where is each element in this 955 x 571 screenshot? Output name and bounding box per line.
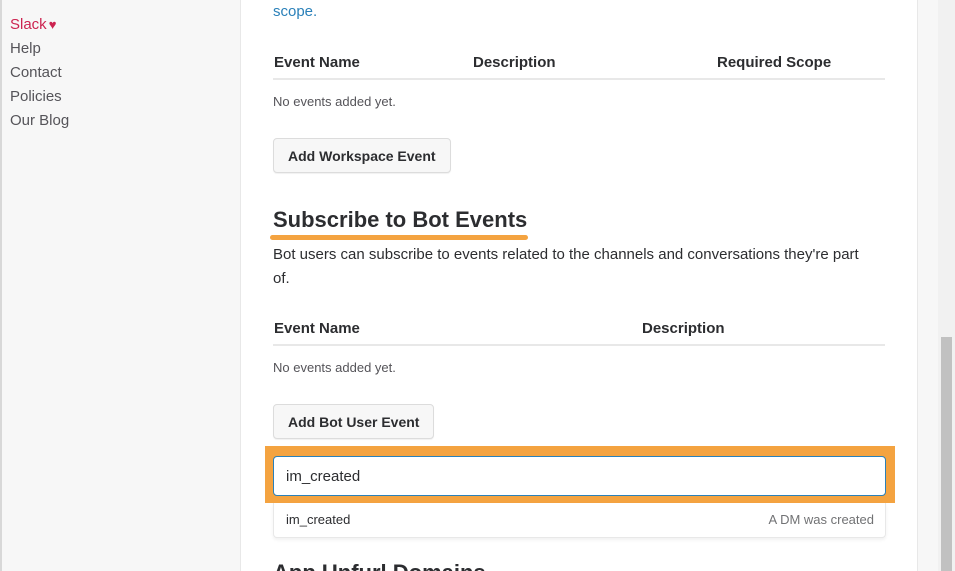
sidebar-link-policies[interactable]: Policies (10, 85, 230, 109)
column-header-description: Description (473, 54, 556, 71)
scope-link[interactable]: scope. (273, 3, 317, 20)
left-edge-border (0, 0, 2, 571)
workspace-events-table-header: Event Name Description Required Scope (273, 44, 885, 80)
add-bot-user-event-button[interactable]: Add Bot User Event (273, 404, 435, 439)
heart-icon: ♥ (48, 17, 57, 32)
event-name-input[interactable] (273, 456, 886, 496)
bot-events-description: Bot users can subscribe to events relate… (273, 246, 859, 287)
suggestion-event-name: im_created (286, 512, 351, 527)
sidebar-link-help[interactable]: Help (10, 37, 230, 61)
add-workspace-event-button[interactable]: Add Workspace Event (273, 138, 451, 173)
sidebar-link-slack[interactable]: Slack ♥ (10, 13, 230, 37)
workspace-events-empty: No events added yet. (273, 94, 396, 109)
column-header-description: Description (642, 320, 725, 337)
settings-panel: scope. Event Name Description Required S… (240, 0, 918, 571)
title-highlight-underline (270, 235, 528, 240)
column-header-event-name: Event Name (274, 54, 360, 71)
bot-events-empty: No events added yet. (273, 360, 396, 375)
scrollbar-thumb[interactable] (941, 337, 952, 571)
event-suggestion-item[interactable]: im_created A DM was created (273, 503, 886, 538)
app-unfurl-domains-title: App Unfurl Domains (273, 560, 486, 571)
sidebar-link-blog[interactable]: Our Blog (10, 109, 230, 133)
column-header-required-scope: Required Scope (717, 54, 832, 71)
bot-events-title: Subscribe to Bot Events (273, 207, 528, 232)
column-header-event-name: Event Name (274, 320, 360, 337)
sidebar-link-contact[interactable]: Contact (10, 61, 230, 85)
footer-sidebar: Slack ♥ Help Contact Policies Our Blog (10, 13, 230, 133)
bot-events-table-header: Event Name Description (273, 310, 885, 346)
suggestion-event-description: A DM was created (768, 512, 875, 527)
sidebar-link-label: Slack (10, 16, 47, 33)
